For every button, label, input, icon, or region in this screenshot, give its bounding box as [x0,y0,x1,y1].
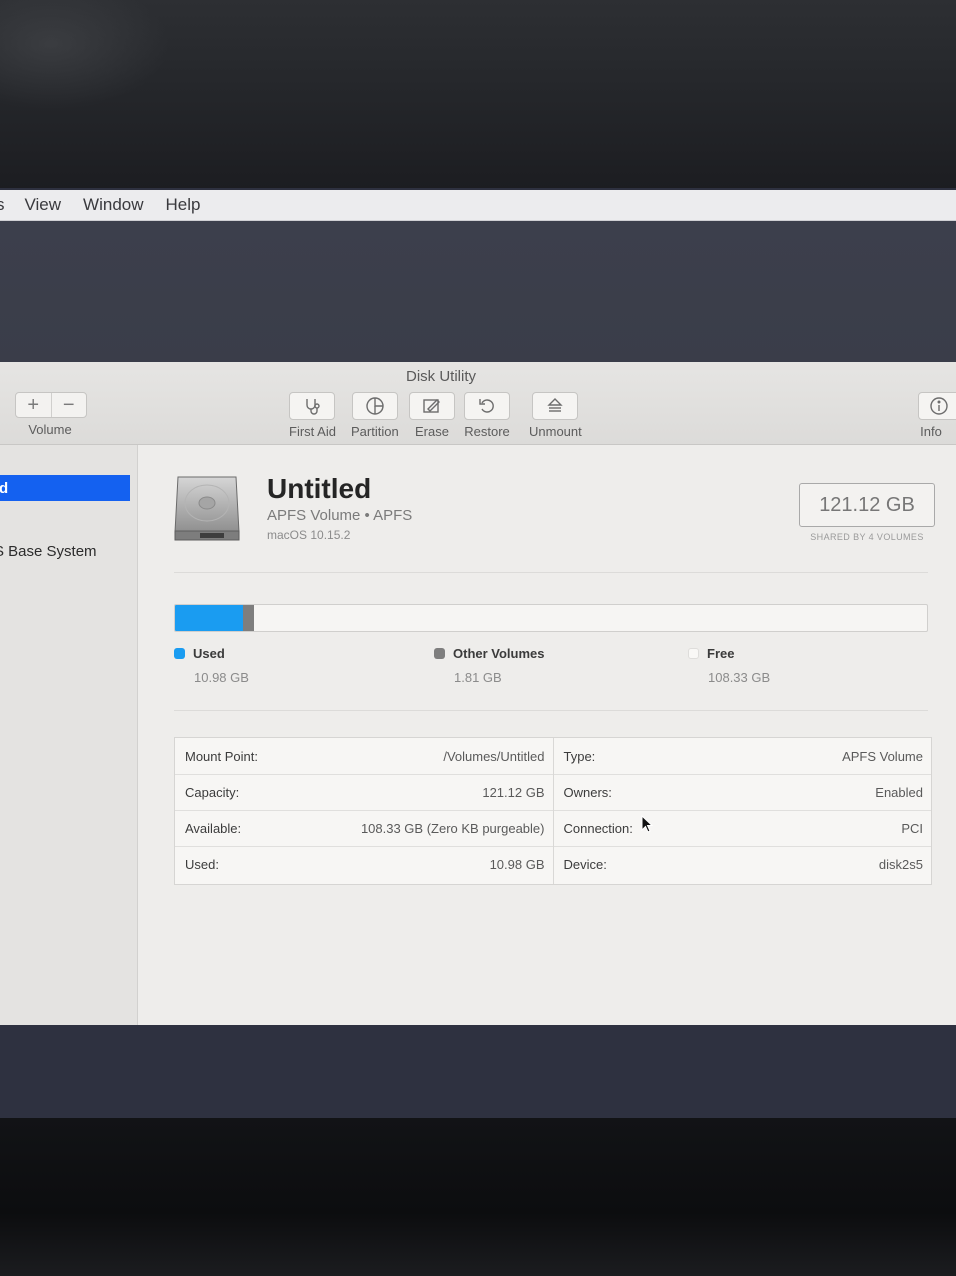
first-aid-tool[interactable]: First Aid [289,392,336,439]
sidebar-item-base-system[interactable]: S Base System [0,543,97,560]
menu-item-window[interactable]: Window [83,195,143,215]
restore-button[interactable] [464,392,510,420]
info-label: Device: [563,857,607,872]
unmount-tool[interactable]: Unmount [529,392,582,439]
desktop-background [0,221,956,366]
first-aid-label: First Aid [289,424,336,439]
sidebar: d S Base System [0,445,138,1025]
info-button[interactable] [918,392,956,420]
window-title: Disk Utility [406,368,476,385]
menu-item-partial[interactable]: s [0,195,5,215]
monitor-bezel-bottom [0,1118,956,1276]
info-value: Enabled [875,785,923,800]
info-tool[interactable]: Info [918,392,956,439]
erase-pencil-icon [423,399,440,413]
volume-control: + − Volume [15,392,87,437]
toolbar: Disk Utility + − Volume First Aid Partit… [0,362,956,445]
legend-free: Free 108.33 GB [688,646,770,685]
info-label: Info [920,424,942,439]
partition-tool[interactable]: Partition [351,392,399,439]
info-column-right: Type: APFS Volume Owners: Enabled Connec… [553,738,932,884]
remove-volume-button[interactable]: − [50,393,87,417]
info-value: PCI [901,821,923,836]
used-swatch [174,648,185,659]
info-row-used: Used: 10.98 GB [175,846,553,882]
volume-subtitle: APFS Volume • APFS [267,507,413,524]
add-volume-button[interactable]: + [16,393,51,417]
mouse-cursor-icon [641,815,654,833]
info-row-mount-point: Mount Point: /Volumes/Untitled [175,738,553,774]
screen: s View Window Help Disk Utility + − Volu… [0,188,956,1118]
other-label: Other Volumes [453,646,545,661]
volume-name: Untitled [267,473,372,504]
info-label: Owners: [563,785,612,800]
stethoscope-icon [306,399,321,415]
restore-arrow-icon [479,399,494,413]
volume-segmented-control: + − [15,392,87,418]
menu-item-help[interactable]: Help [166,195,201,215]
partition-label: Partition [351,424,399,439]
info-table: Mount Point: /Volumes/Untitled Capacity:… [174,737,932,885]
usage-bar-other-volumes [243,605,255,631]
eject-icon [547,398,564,412]
info-value: APFS Volume [842,748,923,764]
free-label: Free [707,646,735,661]
info-value: 121.12 GB [482,785,545,800]
other-value: 1.81 GB [454,670,502,685]
main-panel: Untitled APFS Volume • APFS macOS 10.15.… [138,445,956,1025]
first-aid-button[interactable] [289,392,336,420]
legend-used: Used 10.98 GB [174,646,249,685]
info-label: Used: [185,857,219,872]
unmount-label: Unmount [529,424,582,439]
capacity-caption: SHARED BY 4 VOLUMES [810,532,924,542]
info-row-connection: Connection: PCI [553,810,931,846]
erase-tool[interactable]: Erase [409,392,455,439]
used-value: 10.98 GB [194,670,249,685]
info-label: Type: [563,748,596,764]
hard-drive-icon [174,476,240,541]
info-label: Mount Point: [185,748,258,764]
info-row-capacity: Capacity: 121.12 GB [175,774,553,810]
erase-label: Erase [415,424,449,439]
info-label: Capacity: [185,785,240,800]
info-row-owners: Owners: Enabled [553,774,931,810]
info-value: 10.98 GB [489,857,545,872]
monitor-bezel-top [0,0,956,190]
divider [174,710,928,711]
legend-other-volumes: Other Volumes 1.81 GB [434,646,545,685]
menu-bar: s View Window Help [0,190,956,221]
unmount-button[interactable] [532,392,579,420]
sidebar-item-selected[interactable]: d [0,475,130,501]
volume-label: Volume [28,422,72,437]
sidebar-item-selected-label: d [0,479,9,497]
info-row-available: Available: 108.33 GB (Zero KB purgeable) [175,810,553,846]
menu-item-view[interactable]: View [25,195,62,215]
volume-os-version: macOS 10.15.2 [267,528,351,542]
info-value: /Volumes/Untitled [443,748,545,764]
erase-button[interactable] [409,392,455,420]
capacity-box: 121.12 GB [799,483,935,527]
disk-utility-window: Disk Utility + − Volume First Aid Partit… [0,362,956,1025]
bezel-glare [0,0,170,110]
free-value: 108.33 GB [708,670,771,685]
restore-label: Restore [464,424,510,439]
info-value: 108.33 GB (Zero KB purgeable) [360,821,545,836]
usage-bar [174,604,928,632]
usage-bar-used [175,605,244,631]
info-row-type: Type: APFS Volume [554,738,932,774]
info-icon [930,397,948,415]
info-column-left: Mount Point: /Volumes/Untitled Capacity:… [175,738,554,884]
free-swatch [688,648,699,659]
info-label: Available: [185,821,242,836]
partition-button[interactable] [351,392,398,420]
divider [174,572,928,573]
pie-partition-icon [366,397,384,415]
info-value: disk2s5 [878,857,923,872]
other-swatch [434,648,445,659]
used-label: Used [193,646,225,661]
info-row-device: Device: disk2s5 [553,846,931,882]
info-label: Connection: [563,821,633,836]
restore-tool[interactable]: Restore [464,392,510,439]
